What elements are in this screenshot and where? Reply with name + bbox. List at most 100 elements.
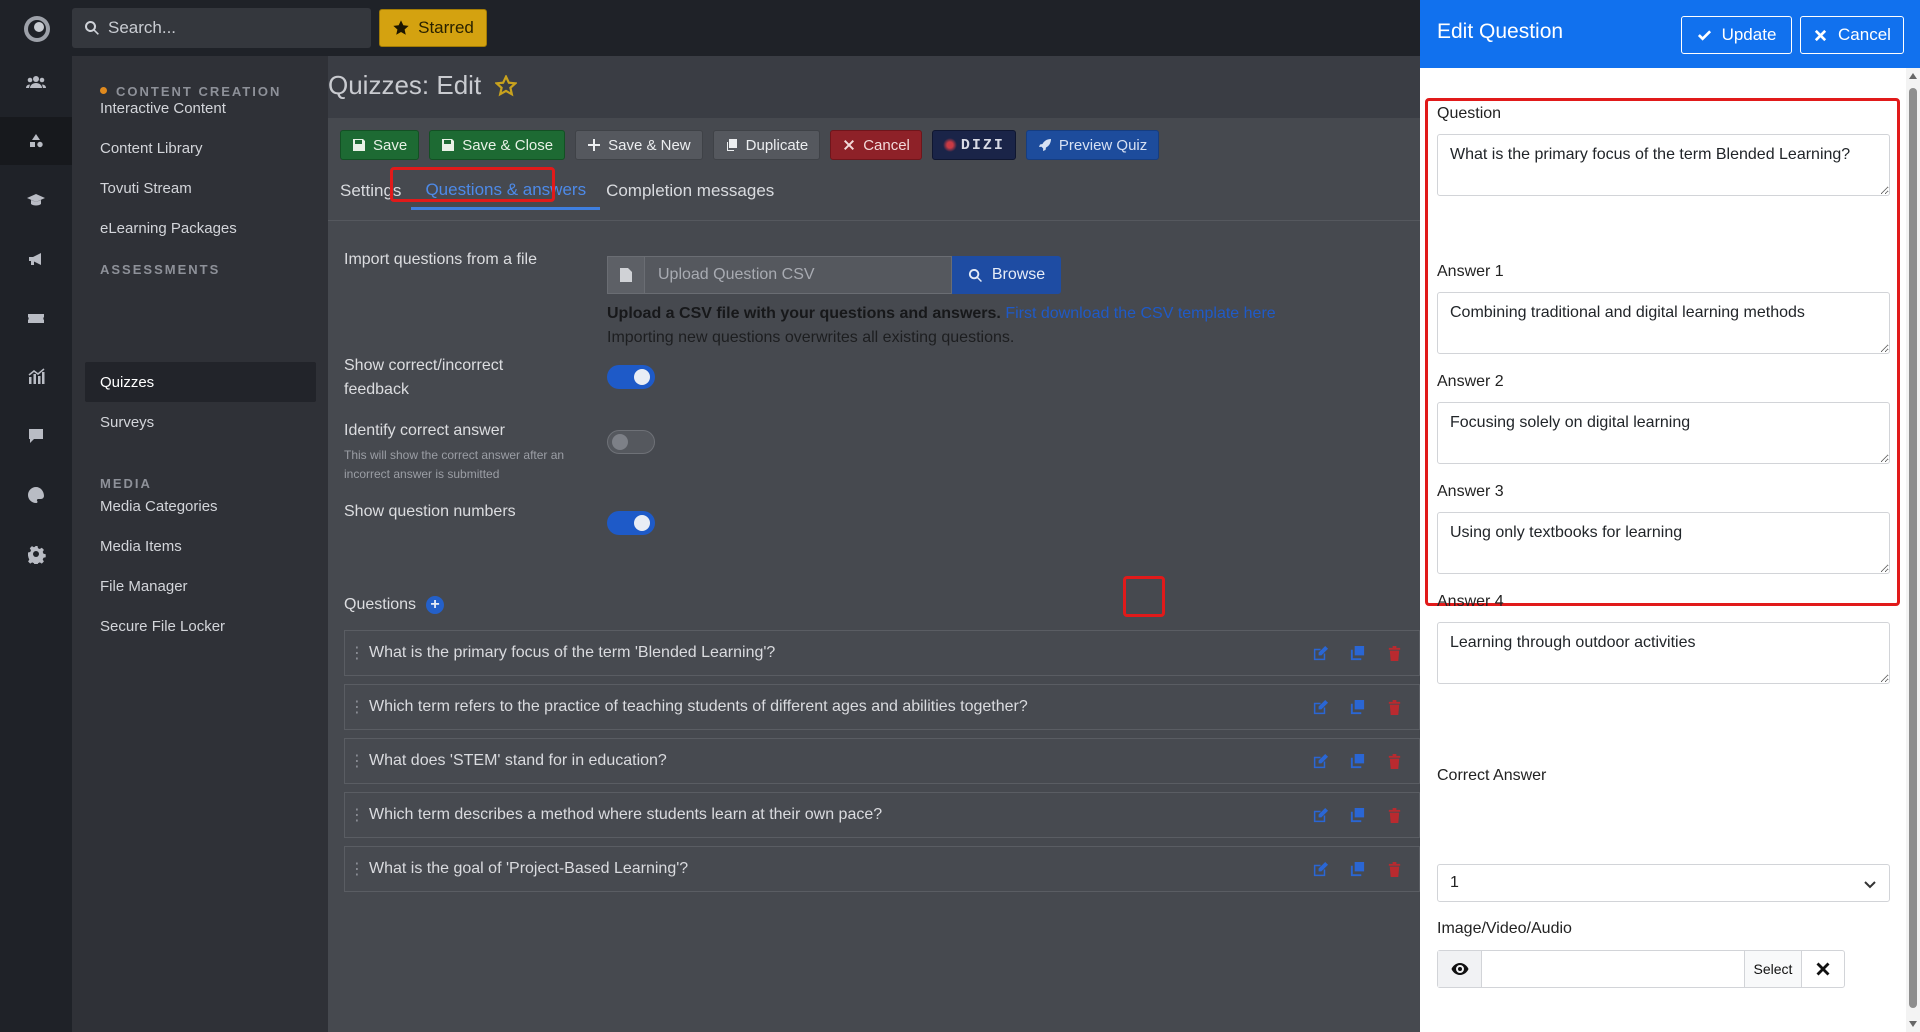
feedback-toggle[interactable] xyxy=(607,365,655,389)
app-logo-icon[interactable] xyxy=(22,14,52,44)
dizi-spark-icon xyxy=(942,138,957,152)
answer-1-textarea[interactable] xyxy=(1437,292,1890,354)
copy-icon[interactable] xyxy=(1345,749,1369,773)
nav-item-content-library[interactable]: Content Library xyxy=(85,128,316,168)
question-textarea[interactable] xyxy=(1437,134,1890,196)
tab-completion-messages[interactable]: Completion messages xyxy=(606,172,784,210)
question-row[interactable]: ⋮ What is the primary focus of the term … xyxy=(344,630,1420,676)
scroll-down-arrow[interactable] xyxy=(1909,1021,1917,1027)
drag-handle-icon[interactable]: ⋮ xyxy=(345,859,369,879)
scroll-up-arrow[interactable] xyxy=(1909,73,1917,79)
analytics-icon[interactable] xyxy=(0,353,72,401)
drawer-scrollbar[interactable] xyxy=(1906,68,1920,1032)
close-icon xyxy=(1814,29,1827,41)
save-button[interactable]: Save xyxy=(340,130,420,160)
add-question-button[interactable]: + xyxy=(426,596,445,614)
clear-media-icon[interactable] xyxy=(1801,951,1844,987)
copy-icon[interactable] xyxy=(1345,857,1369,881)
nav-item-file-manager[interactable]: File Manager xyxy=(85,566,316,606)
browse-button[interactable]: Browse xyxy=(952,256,1061,294)
drawer-cancel-button[interactable]: Cancel xyxy=(1800,16,1904,54)
megaphone-icon[interactable] xyxy=(0,235,72,283)
dizi-logo: DIZI xyxy=(942,137,1005,154)
import-label: Import questions from a file xyxy=(344,251,537,268)
ticket-icon[interactable] xyxy=(0,294,72,342)
trash-icon[interactable] xyxy=(1382,695,1406,719)
chat-icon[interactable] xyxy=(0,412,72,460)
media-label: Image/Video/Audio xyxy=(1437,920,1572,937)
media-path-field[interactable] xyxy=(1482,951,1744,987)
cancel-button[interactable]: Cancel xyxy=(830,130,922,160)
media-picker: Select xyxy=(1437,950,1845,988)
drawer-header: Edit Question Update Cancel xyxy=(1420,0,1920,68)
nav-item-tovuti-stream[interactable]: Tovuti Stream xyxy=(85,168,316,208)
answer-4-textarea[interactable] xyxy=(1437,622,1890,684)
save-new-button[interactable]: Save & New xyxy=(575,130,703,160)
drag-handle-icon[interactable]: ⋮ xyxy=(345,643,369,663)
dizi-button[interactable]: DIZI xyxy=(931,130,1016,160)
scrollbar-thumb[interactable] xyxy=(1909,88,1917,1008)
edit-icon[interactable] xyxy=(1308,749,1332,773)
answer-1-label: Answer 1 xyxy=(1437,263,1504,280)
question-row[interactable]: ⋮ Which term describes a method where st… xyxy=(344,792,1420,838)
nav-item-elearning-packages[interactable]: eLearning Packages xyxy=(85,208,316,248)
main-content: Quizzes: Edit Save Save & Close Save & N… xyxy=(328,56,1420,1032)
edit-icon[interactable] xyxy=(1308,641,1332,665)
drag-handle-icon[interactable]: ⋮ xyxy=(345,751,369,771)
preview-eye-icon[interactable] xyxy=(1438,951,1482,987)
answer-2-textarea[interactable] xyxy=(1437,402,1890,464)
rocket-icon xyxy=(1038,139,1051,151)
settings-gear-icon[interactable] xyxy=(0,530,72,578)
palette-icon[interactable] xyxy=(0,471,72,519)
edit-icon[interactable] xyxy=(1308,803,1332,827)
duplicate-button[interactable]: Duplicate xyxy=(712,130,821,160)
csv-note-bold: Upload a CSV file with your questions an… xyxy=(607,305,1001,322)
nav-item-interactive-content[interactable]: Interactive Content xyxy=(85,88,316,128)
media-select-button[interactable]: Select xyxy=(1744,951,1801,987)
side-navigation: CONTENT CREATION Interactive Content Con… xyxy=(72,56,328,1032)
edit-icon[interactable] xyxy=(1308,695,1332,719)
identify-correct-help: This will show the correct answer after … xyxy=(344,448,565,481)
trash-icon[interactable] xyxy=(1382,857,1406,881)
row-actions xyxy=(1308,793,1419,837)
favorite-star-icon[interactable] xyxy=(495,74,518,97)
graduation-cap-icon[interactable] xyxy=(0,176,72,224)
nav-item-surveys[interactable]: Surveys xyxy=(85,402,316,442)
preview-quiz-button[interactable]: Preview Quiz xyxy=(1025,130,1160,160)
global-search[interactable] xyxy=(72,8,371,48)
starred-button[interactable]: Starred xyxy=(379,9,487,47)
feedback-label: Show correct/incorrect feedback xyxy=(344,357,504,398)
copy-icon[interactable] xyxy=(1345,641,1369,665)
identify-correct-toggle[interactable] xyxy=(607,430,655,454)
trash-icon[interactable] xyxy=(1382,803,1406,827)
top-bar: Starred xyxy=(72,0,1420,56)
question-row[interactable]: ⋮ What does 'STEM' stand for in educatio… xyxy=(344,738,1420,784)
answer-3-textarea[interactable] xyxy=(1437,512,1890,574)
copy-icon[interactable] xyxy=(1345,803,1369,827)
nav-item-quizzes[interactable]: Quizzes xyxy=(85,362,316,402)
edit-icon[interactable] xyxy=(1308,857,1332,881)
trash-icon[interactable] xyxy=(1382,749,1406,773)
question-row[interactable]: ⋮ Which term refers to the practice of t… xyxy=(344,684,1420,730)
users-icon[interactable] xyxy=(0,58,72,106)
search-icon xyxy=(85,21,99,35)
search-icon xyxy=(968,268,982,282)
csv-template-link[interactable]: First download the CSV template here xyxy=(1005,305,1275,322)
nav-item-media-items[interactable]: Media Items xyxy=(85,526,316,566)
save-close-button[interactable]: Save & Close xyxy=(429,130,566,160)
update-button[interactable]: Update xyxy=(1681,16,1792,54)
row-actions xyxy=(1308,739,1419,783)
drag-handle-icon[interactable]: ⋮ xyxy=(345,697,369,717)
trash-icon[interactable] xyxy=(1382,641,1406,665)
drag-handle-icon[interactable]: ⋮ xyxy=(345,805,369,825)
question-row[interactable]: ⋮ What is the goal of 'Project-Based Lea… xyxy=(344,846,1420,892)
nav-item-secure-file-locker[interactable]: Secure File Locker xyxy=(85,606,316,646)
copy-icon[interactable] xyxy=(1345,695,1369,719)
nav-item-media-categories[interactable]: Media Categories xyxy=(85,486,316,526)
answer-4-label: Answer 4 xyxy=(1437,593,1504,610)
question-numbers-toggle[interactable] xyxy=(607,511,655,535)
search-input[interactable] xyxy=(108,18,348,38)
content-creation-icon[interactable] xyxy=(0,117,72,165)
correct-answer-select[interactable]: 1 xyxy=(1437,864,1890,902)
upload-csv-field[interactable]: Upload Question CSV xyxy=(645,256,952,294)
